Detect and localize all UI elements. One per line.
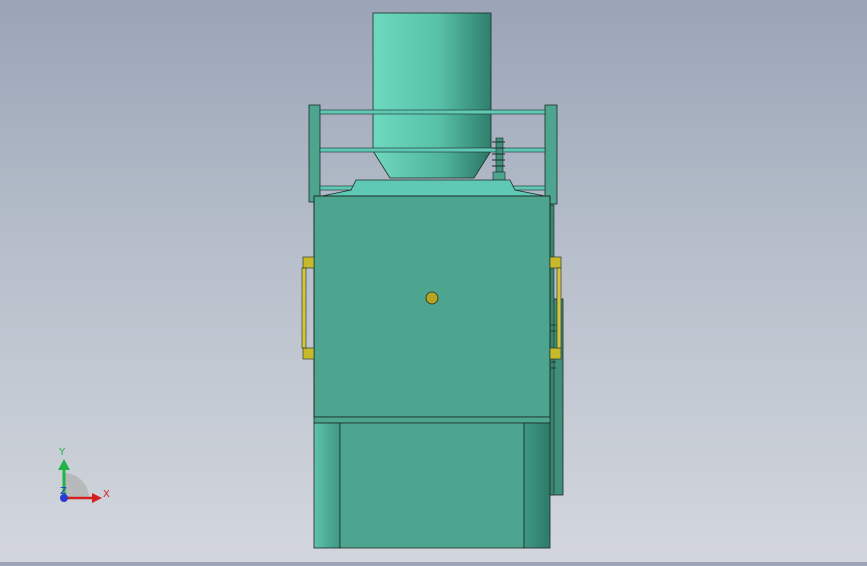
- y-axis-label: Y: [58, 447, 66, 458]
- top-cover: [321, 179, 546, 197]
- rail-middle: [319, 147, 546, 153]
- z-axis-label: Z: [60, 486, 67, 497]
- axis-triad: Y X Z: [58, 447, 110, 503]
- y-axis-arrow: [58, 459, 70, 470]
- x-axis-arrow: [92, 493, 102, 503]
- model-drawing: Y X Z: [58, 12, 564, 549]
- base-band: [313, 416, 551, 424]
- main-body[interactable]: [313, 195, 551, 418]
- x-axis-label: X: [103, 489, 110, 500]
- hopper-cylinder[interactable]: [372, 12, 492, 152]
- spring-sensor: [492, 137, 506, 181]
- rail-post-left: [308, 104, 321, 203]
- base-leg-right: [523, 422, 551, 549]
- cad-viewport[interactable]: Y X Z: [0, 0, 867, 562]
- base-leg-left: [313, 422, 341, 549]
- rail-post-right: [544, 104, 558, 205]
- center-knob[interactable]: [425, 291, 439, 305]
- hopper-cone[interactable]: [372, 150, 492, 179]
- rotation-arc: [64, 473, 89, 498]
- handle-left[interactable]: [301, 256, 315, 360]
- rail-top: [319, 109, 546, 115]
- base-center: [339, 422, 525, 549]
